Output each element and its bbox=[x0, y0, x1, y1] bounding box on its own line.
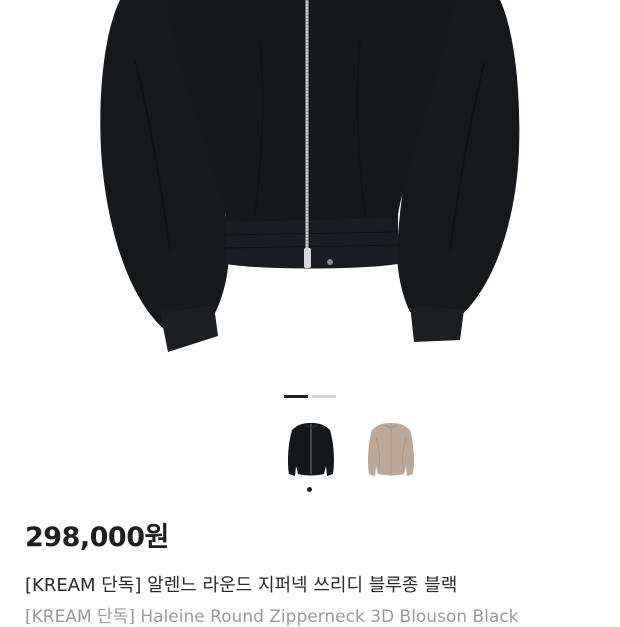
jacket-black-thumbnail bbox=[288, 423, 334, 476]
thumbnail-beige[interactable] bbox=[362, 418, 420, 482]
pagination-indicator-1[interactable] bbox=[284, 395, 308, 398]
color-thumbnails bbox=[282, 418, 420, 492]
product-title-korean: [KREAM 단독] 알렌느 라운드 지퍼넥 쓰리디 블루종 블랙 bbox=[25, 575, 458, 596]
jacket-black-image bbox=[100, 0, 520, 352]
product-price: 298,000원 bbox=[25, 522, 169, 553]
selected-thumbnail-dot bbox=[307, 487, 312, 492]
product-title-english: [KREAM 단독] Haleine Round Zipperneck 3D B… bbox=[25, 607, 519, 627]
pagination-indicator-2[interactable] bbox=[312, 395, 336, 398]
jacket-beige-thumbnail bbox=[368, 423, 414, 476]
thumbnail-black[interactable] bbox=[282, 418, 340, 492]
product-main-image[interactable] bbox=[0, 0, 620, 375]
gallery-pagination bbox=[284, 395, 336, 398]
